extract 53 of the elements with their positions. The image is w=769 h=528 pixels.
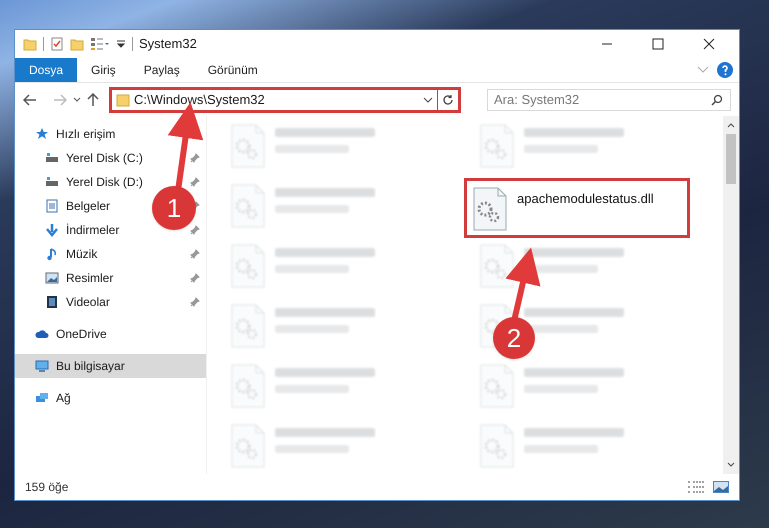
hard-drive-icon [45, 151, 59, 165]
sidebar-item[interactable]: Videolar [15, 290, 116, 314]
sidebar-item[interactable]: Resimler [15, 266, 120, 290]
sidebar-item[interactable]: Belgeler [15, 194, 116, 218]
back-arrow-icon[interactable] [23, 94, 37, 106]
expand-ribbon-icon[interactable] [697, 66, 709, 74]
chevron-down-icon[interactable] [423, 96, 433, 102]
sidebar-item[interactable]: OneDrive [15, 322, 113, 346]
hard-drive-icon [45, 175, 59, 189]
ribbon-tab[interactable]: Giriş [77, 58, 130, 82]
new-folder-icon[interactable] [70, 37, 84, 51]
file-item[interactable]: apachemodulestatus.dll [464, 178, 690, 238]
picture-icon [45, 271, 59, 285]
search-field[interactable]: Ara: System32 [487, 88, 731, 110]
document-icon [45, 199, 59, 213]
up-arrow-icon[interactable] [87, 92, 99, 106]
ribbon-tab[interactable]: Dosya [15, 58, 78, 82]
large-icons-view-icon[interactable] [713, 481, 729, 493]
sidebar-item[interactable]: Ağ [15, 386, 77, 410]
view-options-icon[interactable] [90, 37, 110, 51]
chevron-down-icon[interactable] [73, 96, 81, 102]
address-path: C:\Windows\System32 [134, 90, 266, 109]
download-arrow-icon [45, 223, 59, 237]
scrollbar[interactable] [723, 116, 739, 474]
star-icon [35, 127, 49, 141]
dll-file-icon [473, 187, 507, 231]
details-view-icon[interactable] [687, 480, 705, 494]
folder-icon [116, 92, 130, 106]
ribbon-tab[interactable]: Görünüm [194, 58, 272, 82]
music-note-icon [45, 247, 59, 261]
help-icon[interactable] [717, 62, 733, 78]
scroll-down-icon[interactable] [727, 462, 735, 468]
sidebar-item[interactable]: Müzik [15, 242, 104, 266]
sidebar-item[interactable]: Yerel Disk (D:) [15, 170, 149, 194]
monitor-icon [35, 359, 49, 373]
search-icon [711, 94, 723, 106]
sidebar-item[interactable]: Yerel Disk (C:) [15, 146, 149, 170]
file-name: apachemodulestatus.dll [517, 190, 654, 208]
address-bar[interactable]: C:\Windows\System32 [109, 86, 461, 112]
scroll-up-icon[interactable] [727, 122, 735, 128]
folder-icon[interactable] [23, 37, 37, 51]
refresh-icon[interactable] [442, 94, 454, 106]
sidebar-item[interactable]: Bu bilgisayar [15, 354, 206, 378]
item-count: 159 öğe [25, 479, 68, 496]
ribbon-tab[interactable]: Paylaş [130, 58, 194, 82]
film-icon [45, 295, 59, 309]
window-title: System32 [139, 35, 197, 54]
properties-icon[interactable] [50, 37, 64, 51]
customize-toolbar-icon[interactable] [116, 39, 126, 49]
scrollbar-thumb[interactable] [726, 134, 736, 184]
network-icon [35, 391, 49, 405]
sidebar-item[interactable]: Hızlı erişim [15, 122, 122, 146]
sidebar-item[interactable]: İndirmeler [15, 218, 126, 242]
